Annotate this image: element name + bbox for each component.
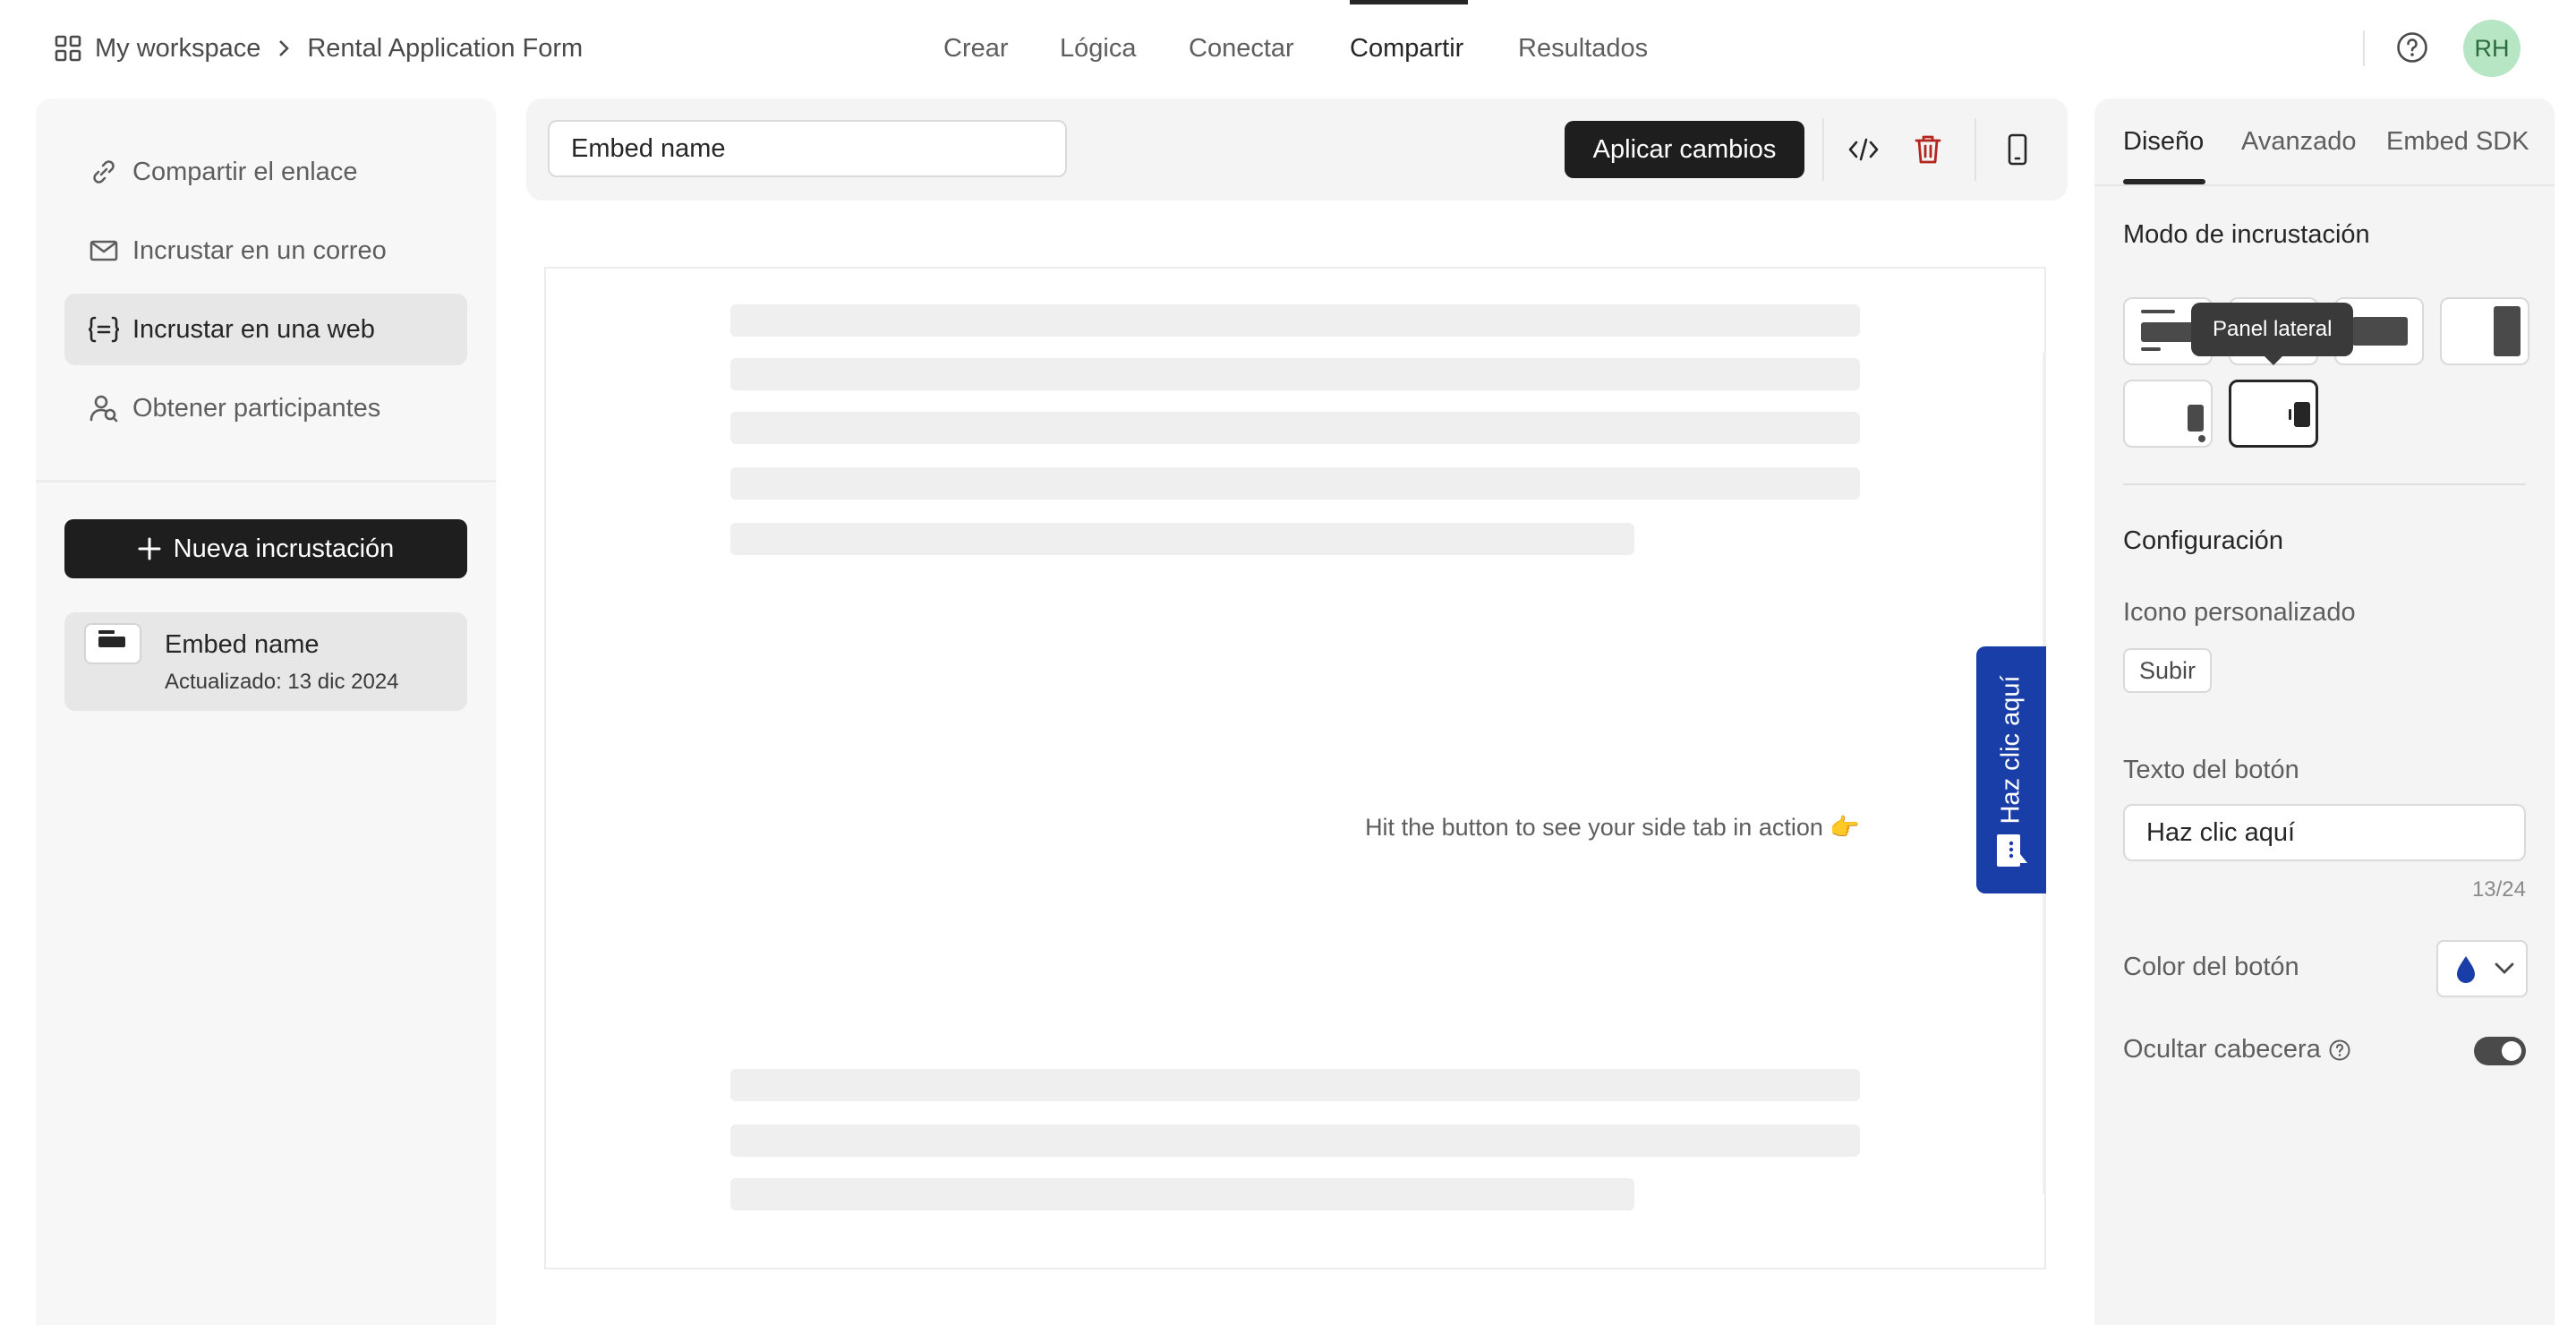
sidebar-item-label: Compartir el enlace bbox=[132, 157, 358, 186]
button-text-input[interactable]: Haz clic aquí bbox=[2123, 804, 2526, 861]
tab-logica[interactable]: Lógica bbox=[1060, 30, 1136, 66]
side-tab-button[interactable]: Haz clic aquí bbox=[1976, 646, 2046, 893]
tab-crear[interactable]: Crear bbox=[943, 30, 1009, 66]
chevron-down-icon bbox=[2494, 962, 2515, 976]
char-counter: 13/24 bbox=[2471, 877, 2526, 902]
sidebar-item-label: Incrustar en un correo bbox=[132, 235, 387, 265]
toggle-knob bbox=[2502, 1041, 2521, 1061]
code-icon[interactable] bbox=[1838, 124, 1889, 175]
skeleton-line bbox=[730, 1069, 1860, 1101]
embed-item-name: Embed name bbox=[165, 630, 320, 659]
embed-preview: Hit the button to see your side tab in a… bbox=[544, 267, 2046, 1269]
skeleton-line bbox=[730, 467, 1860, 500]
breadcrumb: My workspace Rental Application Form bbox=[54, 30, 583, 66]
custom-icon-label: Icono personalizado bbox=[2123, 598, 2356, 627]
tooltip-arrow bbox=[2263, 355, 2284, 365]
embed-mode-heading: Modo de incrustación bbox=[2123, 220, 2370, 249]
sidebar-item-email[interactable]: Incrustar en un correo bbox=[64, 215, 467, 286]
tab-embed-sdk[interactable]: Embed SDK bbox=[2386, 127, 2529, 157]
help-icon[interactable] bbox=[2395, 30, 2429, 64]
active-tab-indicator bbox=[1350, 0, 1468, 4]
embed-item-updated: Actualizado: 13 dic 2024 bbox=[165, 670, 399, 694]
tab-compartir[interactable]: Compartir bbox=[1350, 30, 1463, 66]
color-drop-icon bbox=[2454, 954, 2478, 985]
new-embed-button[interactable]: Nueva incrustación bbox=[64, 519, 467, 578]
tab-conectar[interactable]: Conectar bbox=[1189, 30, 1294, 66]
trash-icon[interactable] bbox=[1903, 124, 1953, 175]
side-tab-label: Haz clic aquí bbox=[1996, 674, 2026, 825]
breadcrumb-form[interactable]: Rental Application Form bbox=[307, 34, 583, 64]
mode-slider-button[interactable] bbox=[2440, 297, 2529, 365]
user-search-icon bbox=[86, 390, 122, 426]
embed-list-item[interactable]: Embed name Actualizado: 13 dic 2024 bbox=[64, 612, 467, 711]
link-icon bbox=[86, 154, 122, 190]
section-divider bbox=[2123, 483, 2526, 485]
code-braces-icon bbox=[86, 312, 122, 347]
sidebar-item-label: Incrustar en una web bbox=[132, 314, 375, 344]
topbar-divider bbox=[2363, 30, 2365, 66]
preview-message: Hit the button to see your side tab in a… bbox=[1365, 814, 1860, 841]
sidebar-item-web[interactable]: Incrustar en una web bbox=[64, 294, 467, 365]
chevron-right-icon bbox=[277, 38, 291, 58]
hide-header-row: Ocultar cabecera bbox=[2123, 1035, 2351, 1064]
mobile-preview-icon[interactable] bbox=[1992, 124, 2043, 175]
button-text-label: Texto del botón bbox=[2123, 756, 2299, 784]
upload-icon-button[interactable]: Subir bbox=[2123, 648, 2213, 693]
skeleton-line bbox=[730, 1124, 1860, 1157]
toolbar-divider bbox=[1975, 118, 1976, 181]
skeleton-line bbox=[730, 1178, 1634, 1210]
hide-header-toggle[interactable] bbox=[2474, 1037, 2526, 1065]
skeleton-line bbox=[730, 358, 1860, 390]
embed-name-input[interactable] bbox=[548, 120, 1067, 177]
chat-bubble-icon bbox=[1992, 831, 2031, 870]
apply-changes-button[interactable]: Aplicar cambios bbox=[1565, 121, 1804, 178]
sidebar-divider bbox=[36, 480, 496, 483]
tabs-divider bbox=[2094, 184, 2555, 186]
sidebar-item-share-link[interactable]: Compartir el enlace bbox=[64, 136, 467, 208]
tab-diseno[interactable]: Diseño bbox=[2123, 127, 2204, 157]
config-heading: Configuración bbox=[2123, 526, 2283, 555]
button-color-label: Color del botón bbox=[2123, 953, 2299, 981]
mode-side-tab-button[interactable] bbox=[2229, 380, 2318, 448]
hide-header-label: Ocultar cabecera bbox=[2123, 1035, 2321, 1064]
breadcrumb-workspace[interactable]: My workspace bbox=[95, 34, 260, 64]
sidebar-item-participants[interactable]: Obtener participantes bbox=[64, 372, 467, 444]
plus-icon bbox=[138, 537, 161, 560]
skeleton-line bbox=[730, 412, 1860, 444]
tab-avanzado[interactable]: Avanzado bbox=[2241, 127, 2356, 157]
mode-tooltip: Panel lateral bbox=[2191, 303, 2354, 356]
avatar[interactable]: RH bbox=[2463, 20, 2521, 77]
skeleton-line bbox=[730, 304, 1860, 337]
toolbar-divider bbox=[1822, 118, 1824, 181]
new-embed-label: Nueva incrustación bbox=[173, 534, 395, 563]
workspace-grid-icon[interactable] bbox=[54, 34, 82, 63]
embed-thumbnail-icon bbox=[84, 623, 141, 664]
embed-toolbar: Aplicar cambios bbox=[526, 98, 2068, 201]
skeleton-line bbox=[730, 523, 1634, 555]
sidebar-item-label: Obtener participantes bbox=[132, 393, 381, 423]
tab-resultados[interactable]: Resultados bbox=[1518, 30, 1648, 66]
mail-icon bbox=[86, 233, 122, 269]
button-color-select[interactable] bbox=[2436, 940, 2528, 997]
design-panel: Diseño Avanzado Embed SDK Modo de incrus… bbox=[2094, 98, 2555, 1325]
mode-popover-button[interactable] bbox=[2123, 380, 2213, 448]
share-sidebar: Compartir el enlace Incrustar en un corr… bbox=[36, 98, 496, 1325]
info-icon[interactable] bbox=[2328, 1039, 2351, 1062]
